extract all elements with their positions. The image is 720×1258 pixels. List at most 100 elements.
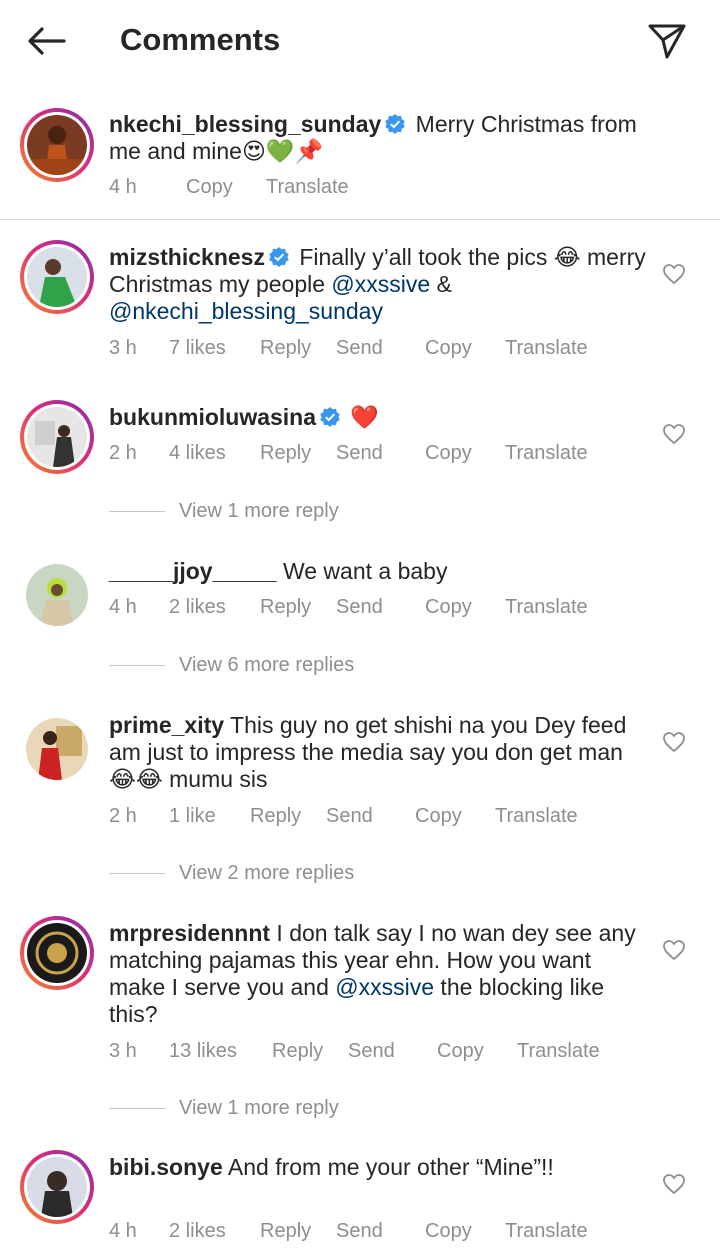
view-replies-label: View 6 more replies	[179, 654, 355, 676]
translate-button[interactable]: Translate	[505, 1220, 588, 1243]
timestamp: 2 h	[109, 805, 137, 827]
verified-badge-icon	[320, 407, 340, 427]
comment-text: bibi.sonye And from me your other “Mine”…	[109, 1154, 649, 1181]
likes-count[interactable]: 1 like	[169, 805, 250, 828]
paper-plane-icon	[648, 24, 686, 59]
send-button[interactable]: Send	[336, 1220, 425, 1243]
like-heart-icon[interactable]	[662, 1172, 686, 1196]
likes-count[interactable]: 7 likes	[169, 337, 260, 360]
view-replies-label: View 1 more reply	[179, 500, 339, 522]
mention-link[interactable]: @xxssive	[331, 271, 430, 297]
avatar[interactable]	[20, 1150, 94, 1224]
comment-body: &	[430, 271, 452, 297]
send-button[interactable]: Send	[336, 442, 425, 465]
avatar[interactable]	[20, 916, 94, 990]
verified-badge-icon	[269, 247, 289, 267]
comment-text: bukunmioluwasina ❤️	[109, 404, 649, 431]
verified-badge-icon	[385, 114, 406, 134]
comment-username[interactable]: _____jjoy_____	[109, 558, 277, 584]
comment-meta: 4 h 2 likes Reply Send Copy Translate	[109, 596, 588, 619]
comment-text: prime_xity This guy no get shishi na you…	[109, 712, 649, 793]
comment-meta: 3 h 7 likes Reply Send Copy Translate	[109, 337, 588, 360]
translate-button[interactable]: Translate	[517, 1040, 600, 1063]
timestamp: 3 h	[109, 1040, 137, 1062]
view-replies-button[interactable]: View 1 more reply	[109, 500, 339, 523]
comment-body: ❤️	[350, 404, 380, 430]
likes-count[interactable]: 2 likes	[169, 1220, 260, 1243]
send-button[interactable]: Send	[348, 1040, 437, 1063]
send-button[interactable]: Send	[336, 596, 425, 619]
caption-text: nkechi_blessing_sunday Merry Christmas f…	[109, 111, 649, 165]
view-replies-label: View 1 more reply	[179, 1097, 339, 1119]
likes-count[interactable]: 2 likes	[169, 596, 260, 619]
likes-count[interactable]: 13 likes	[169, 1040, 272, 1063]
translate-button[interactable]: Translate	[266, 176, 349, 199]
caption-meta: 4 h Copy Translate	[109, 176, 349, 199]
comment-meta: 3 h 13 likes Reply Send Copy Translate	[109, 1040, 600, 1063]
replies-divider-line	[109, 665, 165, 666]
reply-button[interactable]: Reply	[260, 442, 336, 465]
send-button[interactable]: Send	[336, 337, 425, 360]
view-replies-button[interactable]: View 6 more replies	[109, 654, 354, 677]
reply-button[interactable]: Reply	[272, 1040, 348, 1063]
timestamp: 4 h	[109, 596, 137, 618]
comment-username[interactable]: bukunmioluwasina	[109, 404, 316, 430]
translate-button[interactable]: Translate	[505, 442, 588, 465]
comment-username[interactable]: mrpresidennnt	[109, 920, 270, 946]
like-heart-icon[interactable]	[662, 730, 686, 754]
comment-meta: 2 h 4 likes Reply Send Copy Translate	[109, 442, 588, 465]
comment-body: And from me your other “Mine”!!	[227, 1154, 554, 1180]
timestamp: 3 h	[109, 337, 137, 359]
like-heart-icon[interactable]	[662, 938, 686, 962]
reply-button[interactable]: Reply	[260, 337, 336, 360]
back-button[interactable]	[22, 20, 70, 62]
avatar[interactable]	[20, 712, 94, 786]
reply-button[interactable]: Reply	[260, 596, 336, 619]
timestamp: 2 h	[109, 442, 137, 464]
mention-link[interactable]: @nkechi_blessing_sunday	[109, 298, 383, 324]
top-bar: Comments	[0, 0, 720, 82]
page-title: Comments	[120, 22, 281, 57]
like-heart-icon[interactable]	[662, 262, 686, 286]
reply-button[interactable]: Reply	[260, 1220, 336, 1243]
replies-divider-line	[109, 511, 165, 512]
translate-button[interactable]: Translate	[505, 596, 588, 619]
view-replies-button[interactable]: View 2 more replies	[109, 862, 354, 885]
timestamp: 4 h	[109, 176, 137, 198]
comment-body: We want a baby	[282, 558, 448, 584]
comment-meta: 4 h 2 likes Reply Send Copy Translate	[109, 1220, 588, 1243]
comment-username[interactable]: prime_xity	[109, 712, 224, 738]
comment-meta: 2 h 1 like Reply Send Copy Translate	[109, 805, 578, 828]
like-heart-icon[interactable]	[662, 422, 686, 446]
caption-username[interactable]: nkechi_blessing_sunday	[109, 111, 381, 137]
avatar[interactable]	[20, 240, 94, 314]
comment-text: mizsthicknesz Finally y’all took the pic…	[109, 244, 649, 325]
timestamp: 4 h	[109, 1220, 137, 1242]
comment-username[interactable]: bibi.sonye	[109, 1154, 223, 1180]
replies-divider-line	[109, 873, 165, 874]
avatar[interactable]	[20, 558, 94, 632]
copy-button[interactable]: Copy	[425, 337, 505, 360]
translate-button[interactable]: Translate	[495, 805, 578, 828]
avatar[interactable]	[20, 400, 94, 474]
view-replies-label: View 2 more replies	[179, 862, 355, 884]
send-button[interactable]: Send	[326, 805, 415, 828]
comment-text: _____jjoy_____ We want a baby	[109, 558, 649, 585]
copy-button[interactable]: Copy	[425, 1220, 505, 1243]
copy-button[interactable]: Copy	[186, 176, 266, 199]
copy-button[interactable]: Copy	[437, 1040, 517, 1063]
copy-button[interactable]: Copy	[415, 805, 495, 828]
copy-button[interactable]: Copy	[425, 442, 505, 465]
translate-button[interactable]: Translate	[505, 337, 588, 360]
avatar[interactable]	[20, 108, 94, 182]
view-replies-button[interactable]: View 1 more reply	[109, 1097, 339, 1120]
likes-count[interactable]: 4 likes	[169, 442, 260, 465]
reply-button[interactable]: Reply	[250, 805, 326, 828]
comment-username[interactable]: mizsthicknesz	[109, 244, 265, 270]
mention-link[interactable]: @xxssive	[335, 974, 434, 1000]
replies-divider-line	[109, 1108, 165, 1109]
back-arrow-icon	[28, 27, 66, 55]
comment-text: mrpresidennnt I don talk say I no wan de…	[109, 920, 649, 1028]
copy-button[interactable]: Copy	[425, 596, 505, 619]
share-button[interactable]	[644, 18, 690, 64]
